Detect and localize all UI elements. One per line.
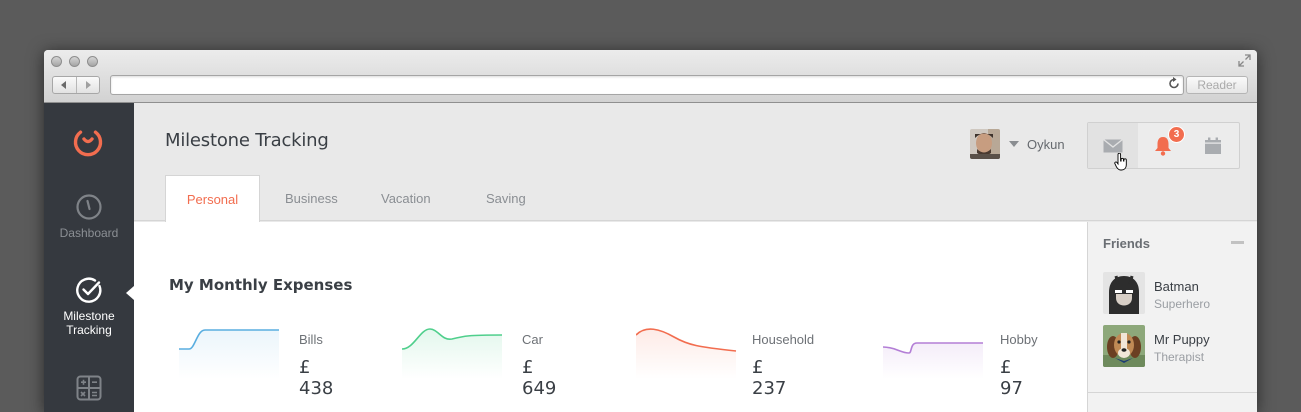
app-sidebar: Dashboard Milestone Tracking [44, 103, 134, 412]
expense-label: Household [752, 332, 815, 347]
browser-window: Reader Dashboard Milestone Tracking Mile… [44, 50, 1257, 412]
username: Oykun [1027, 136, 1065, 152]
friend-name: Mr Puppy [1154, 332, 1210, 347]
friend-item-batman[interactable]: Batman Superhero [1103, 272, 1253, 314]
friends-title: Friends [1103, 236, 1150, 251]
expense-value: £ 97 [1000, 357, 1023, 399]
expense-value: £ 237 [752, 357, 787, 399]
user-menu[interactable]: Oykun [970, 129, 1065, 159]
sidebar-item-dashboard[interactable]: Dashboard [44, 193, 134, 240]
section-title: My Monthly Expenses [169, 276, 353, 294]
sparkline-chart [636, 328, 737, 379]
sidebar-item-label: Milestone Tracking [63, 309, 115, 337]
expense-label: Bills [299, 332, 323, 347]
mail-icon [1103, 138, 1123, 152]
app-logo-icon[interactable] [71, 125, 105, 159]
reload-icon[interactable] [1168, 77, 1180, 93]
back-arrow-icon [61, 81, 67, 89]
friends-panel: Friends Batman Superhero Mr Puppy Therap… [1087, 222, 1257, 412]
tab-saving[interactable]: Saving [469, 175, 559, 222]
avatar [970, 129, 1000, 159]
zoom-window-button[interactable] [87, 56, 98, 67]
chevron-down-icon [1009, 141, 1019, 147]
avatar [1103, 272, 1145, 314]
tab-bar: Personal Business Vacation Saving [165, 175, 559, 222]
speedometer-icon [76, 194, 102, 220]
fullscreen-icon[interactable] [1238, 54, 1251, 70]
back-button[interactable] [53, 77, 76, 93]
notifications-button[interactable]: 3 [1138, 123, 1188, 168]
tab-business[interactable]: Business [260, 175, 356, 222]
friend-item-mr-puppy[interactable]: Mr Puppy Therapist [1103, 325, 1253, 367]
sparkline-chart [402, 328, 503, 379]
avatar [1103, 325, 1145, 367]
calculator-icon [76, 375, 102, 401]
page-header: Milestone Tracking Oykun 3 Personal Busi… [134, 103, 1257, 222]
sidebar-item-calculator[interactable] [44, 375, 134, 401]
sidebar-item-label: Dashboard [59, 226, 119, 240]
reader-button[interactable]: Reader [1186, 76, 1248, 94]
calendar-icon [1205, 137, 1221, 154]
expense-label: Car [522, 332, 543, 347]
browser-toolbar: Reader [44, 50, 1257, 103]
active-indicator [126, 286, 134, 300]
main-content: My Monthly Expenses Bills £ 438 Car £ 64… [134, 222, 1087, 412]
hand-cursor-icon [1114, 153, 1127, 171]
sparkline-chart [179, 329, 279, 379]
friend-role: Therapist [1154, 350, 1205, 364]
minimize-window-button[interactable] [69, 56, 80, 67]
notification-count-badge: 3 [1168, 126, 1185, 143]
close-window-button[interactable] [51, 56, 62, 67]
divider [1088, 392, 1257, 393]
tab-personal[interactable]: Personal [165, 175, 260, 222]
page-title: Milestone Tracking [165, 130, 329, 151]
messages-button[interactable] [1088, 123, 1138, 168]
header-actions: 3 [1087, 122, 1240, 169]
friend-role: Superhero [1154, 297, 1211, 311]
collapse-icon[interactable] [1231, 241, 1244, 244]
forward-button[interactable] [75, 77, 100, 93]
expense-value: £ 438 [299, 357, 334, 399]
expense-value: £ 649 [522, 357, 557, 399]
friend-name: Batman [1154, 279, 1199, 294]
tab-vacation[interactable]: Vacation [356, 175, 469, 222]
expense-label: Hobby [1000, 332, 1038, 347]
check-circle-icon [76, 277, 102, 303]
forward-arrow-icon [85, 81, 91, 89]
address-bar[interactable] [110, 75, 1184, 95]
history-nav [52, 76, 100, 94]
sidebar-item-milestone-tracking[interactable]: Milestone Tracking [44, 276, 134, 337]
calendar-button[interactable] [1188, 123, 1238, 168]
sparkline-chart [883, 342, 983, 379]
